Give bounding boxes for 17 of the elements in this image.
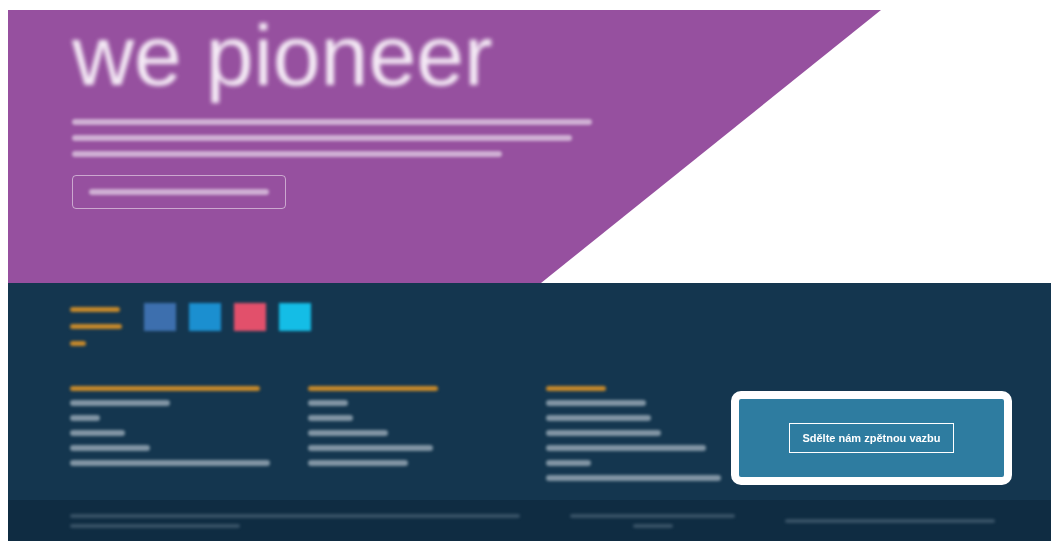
social-icon[interactable] xyxy=(189,303,221,331)
blurred-text xyxy=(308,400,348,406)
social-icon[interactable] xyxy=(279,303,311,331)
social-icon[interactable] xyxy=(234,303,266,331)
blurred-text xyxy=(308,415,353,421)
blurred-text xyxy=(546,460,591,466)
blurred-text xyxy=(70,430,125,436)
blurred-text xyxy=(70,324,122,329)
outline-button[interactable] xyxy=(72,174,286,209)
blurred-text xyxy=(546,386,606,391)
social-icon[interactable] xyxy=(144,303,176,331)
hero-heading: we pioneer xyxy=(71,10,494,105)
blurred-text xyxy=(632,523,673,528)
blurred-text xyxy=(70,341,86,346)
feedback-button[interactable]: Sdělte nám zpětnou vazbu xyxy=(789,423,954,453)
blurred-text xyxy=(70,307,120,312)
blurred-text xyxy=(70,415,100,421)
